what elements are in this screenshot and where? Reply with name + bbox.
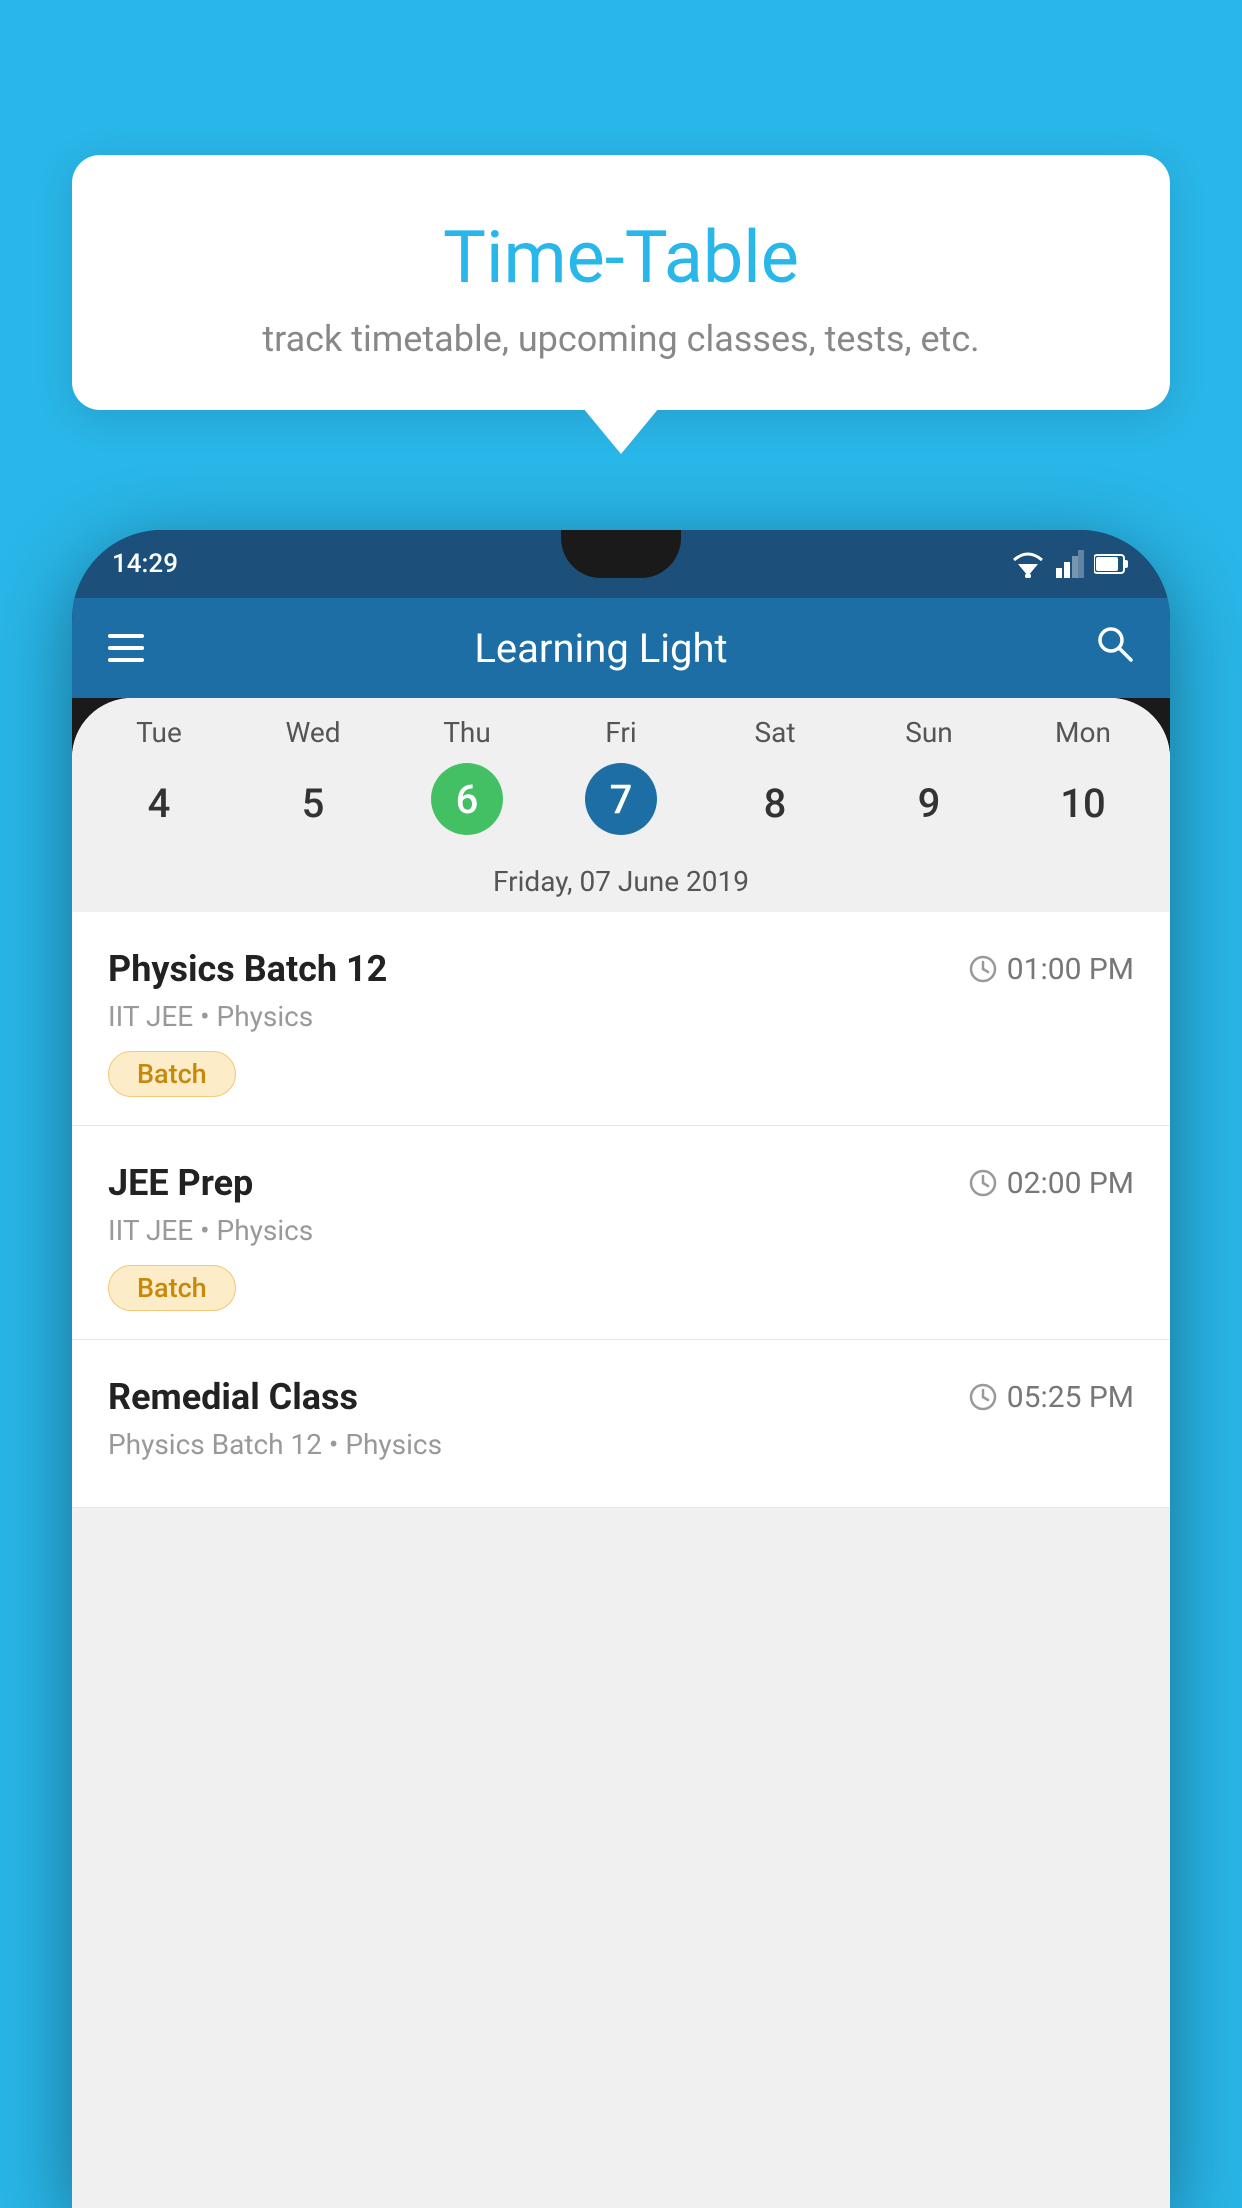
day-header: Thu — [390, 716, 544, 749]
day-header: Wed — [236, 716, 390, 749]
day-headers: TueWedThuFriSatSunMon — [72, 698, 1170, 757]
batch-badge: Batch — [108, 1265, 236, 1311]
day-header: Tue — [82, 716, 236, 749]
schedule-subtitle: Physics Batch 12 • Physics — [108, 1428, 1134, 1461]
tooltip-title: Time-Table — [122, 215, 1120, 300]
signal-icon — [1056, 550, 1084, 578]
wifi-icon — [1010, 550, 1046, 578]
schedule-subtitle: IIT JEE • Physics — [108, 1214, 1134, 1247]
phone-shell: 14:29 — [72, 530, 1170, 2208]
hamburger-line-1 — [108, 634, 144, 638]
schedule-time: 01:00 PM — [969, 952, 1134, 987]
hamburger-menu-button[interactable] — [108, 634, 144, 662]
schedule-list: Physics Batch 12 01:00 PM IIT JEE • Physic… — [72, 912, 1170, 1508]
schedule-subtitle: IIT JEE • Physics — [108, 1000, 1134, 1033]
schedule-item[interactable]: Physics Batch 12 01:00 PM IIT JEE • Physic… — [72, 912, 1170, 1126]
hamburger-line-2 — [108, 646, 144, 650]
schedule-time: 02:00 PM — [969, 1166, 1134, 1201]
app-bar: Learning Light — [72, 598, 1170, 698]
day-numbers: 45678910 — [72, 757, 1170, 857]
day-number[interactable]: 5 — [236, 763, 390, 843]
day-number[interactable]: 10 — [1006, 763, 1160, 843]
day-number[interactable]: 4 — [82, 763, 236, 843]
tooltip-subtitle: track timetable, upcoming classes, tests… — [122, 318, 1120, 360]
phone-screen: TueWedThuFriSatSunMon 45678910 Friday, 0… — [72, 698, 1170, 2208]
status-time: 14:29 — [112, 549, 178, 579]
schedule-title: Physics Batch 12 — [108, 948, 387, 990]
status-bar: 14:29 — [72, 530, 1170, 598]
date-label: Friday, 07 June 2019 — [72, 857, 1170, 912]
day-header: Fri — [544, 716, 698, 749]
schedule-item[interactable]: Remedial Class 05:25 PM Physics Batch 12 •… — [72, 1340, 1170, 1508]
day-number[interactable]: 8 — [698, 763, 852, 843]
day-number[interactable]: 9 — [852, 763, 1006, 843]
schedule-time: 05:25 PM — [969, 1380, 1134, 1415]
schedule-title: Remedial Class — [108, 1376, 358, 1418]
notch-cutout — [561, 530, 681, 578]
calendar-section: TueWedThuFriSatSunMon 45678910 Friday, 0… — [72, 698, 1170, 912]
battery-icon — [1094, 553, 1130, 575]
batch-badge: Batch — [108, 1051, 236, 1097]
day-number[interactable]: 7 — [544, 763, 698, 843]
day-header: Mon — [1006, 716, 1160, 749]
day-header: Sun — [852, 716, 1006, 749]
search-button[interactable] — [1094, 623, 1134, 673]
app-bar-title: Learning Light — [174, 625, 1028, 672]
status-icons — [1010, 550, 1130, 578]
schedule-title: JEE Prep — [108, 1162, 253, 1204]
schedule-item[interactable]: JEE Prep 02:00 PM IIT JEE • Physics Batch — [72, 1126, 1170, 1340]
day-header: Sat — [698, 716, 852, 749]
tooltip-card: Time-Table track timetable, upcoming cla… — [72, 155, 1170, 410]
hamburger-line-3 — [108, 658, 144, 662]
day-number[interactable]: 6 — [390, 763, 544, 843]
